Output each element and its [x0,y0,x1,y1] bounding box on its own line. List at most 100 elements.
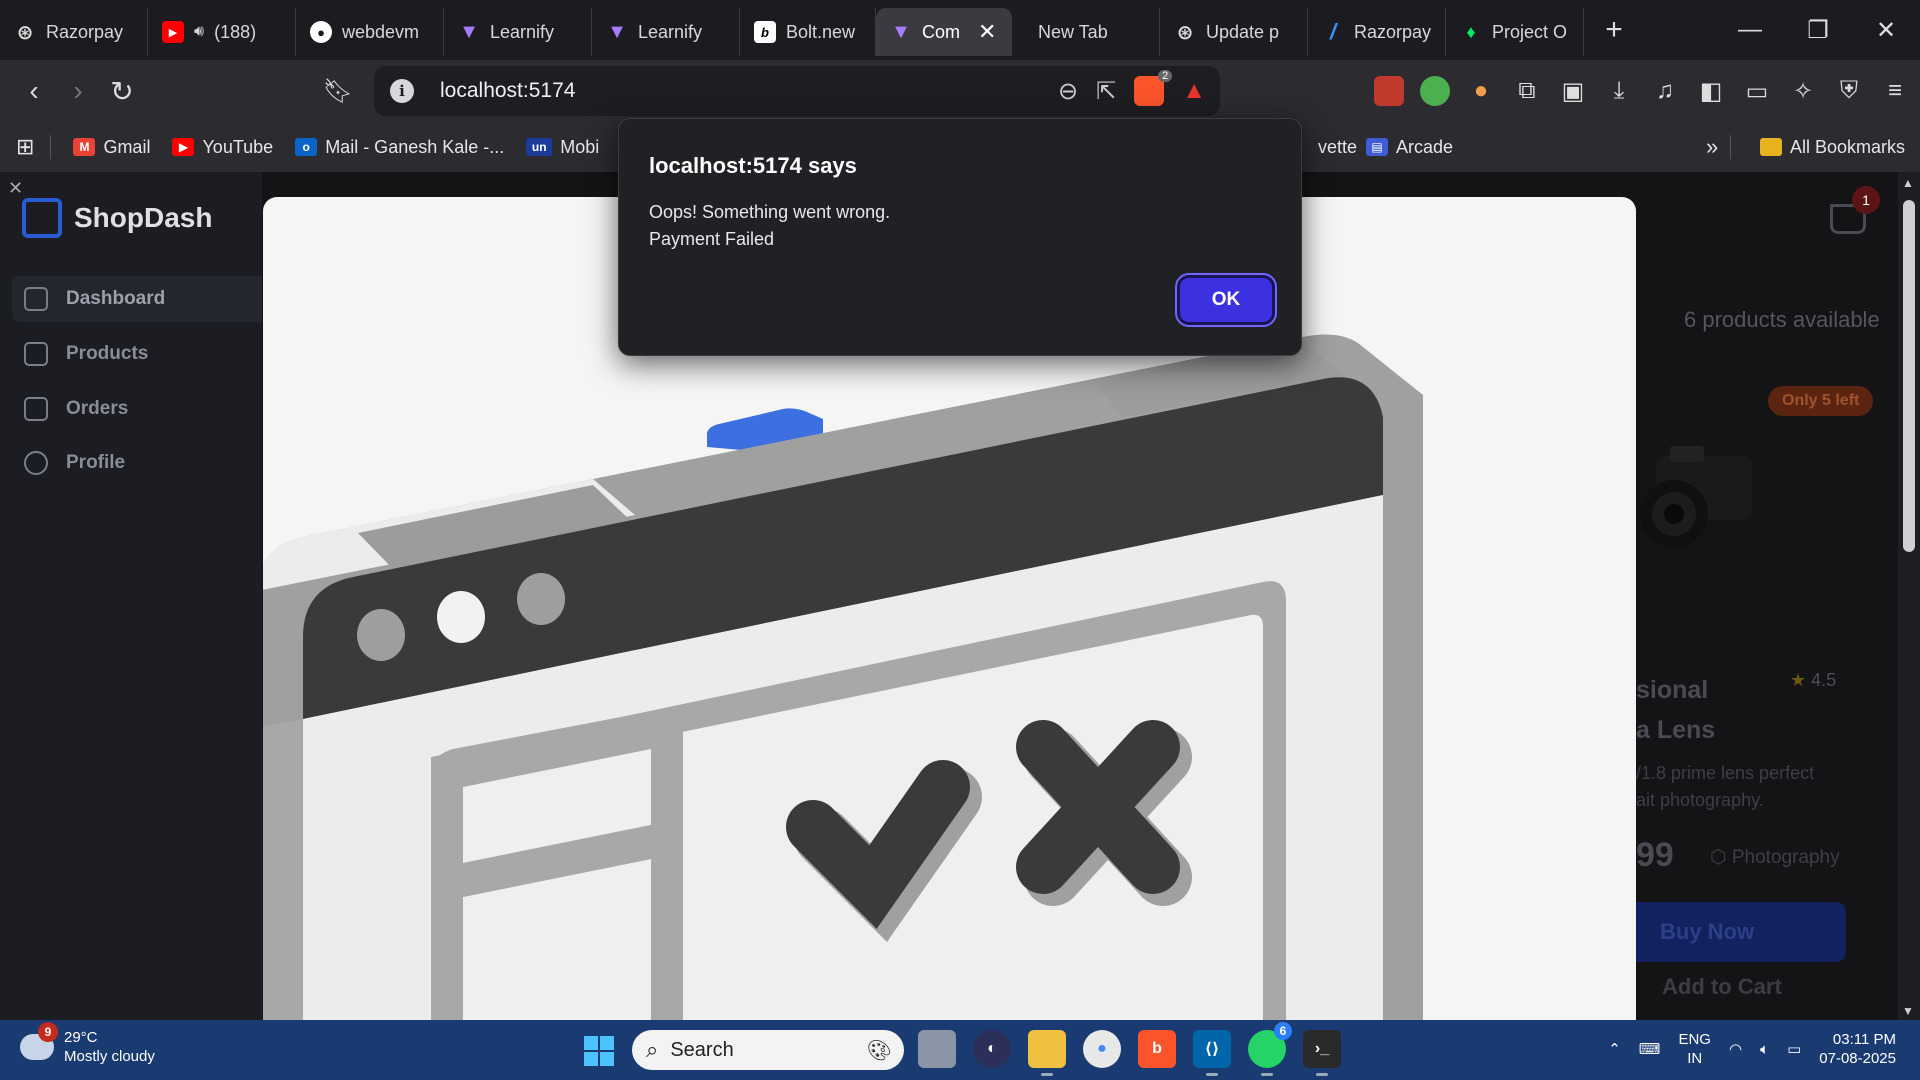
product-category: ⬡ Photography [1710,846,1840,869]
scroll-down-icon[interactable]: ▼ [1902,1004,1914,1018]
chevron-up-icon[interactable]: ⌃ [1608,1040,1621,1058]
language-indicator[interactable]: ENG IN [1678,1030,1711,1068]
vscode-icon[interactable]: ⟨⟩ [1193,1030,1231,1076]
tab-learnify-2[interactable]: ▼ Learnify [592,8,740,56]
bookmark-gmail[interactable]: M Gmail [73,137,150,158]
bookmark-icon[interactable]: 🔖︎ [316,69,360,113]
scroll-thumb[interactable] [1903,200,1915,552]
clock[interactable]: 03:11 PM 07-08-2025 [1819,1030,1896,1068]
tab-razorpay[interactable]: ⊛ Razorpay [0,8,148,56]
browser-toolbar: ‹ › ↻ 🔖︎ i localhost:5174 ⊖ ⇱ 2 ▲ ● ⧉ ▣ … [0,60,1920,122]
apps-icon[interactable]: ⊞ [16,134,34,160]
forward-button[interactable]: › [56,69,100,113]
restore-button[interactable]: ❐ [1784,0,1852,60]
battery-icon[interactable]: ▭ [1787,1040,1801,1058]
tab-update[interactable]: ⊛ Update p [1160,8,1308,56]
sidebar-item-label: Products [66,343,149,364]
add-to-cart-button[interactable]: Add to Cart [1636,974,1782,1000]
speaker-icon[interactable]: 🔊︎ [194,23,204,41]
outlook-icon: o [295,138,318,156]
brand[interactable]: ShopDash [22,198,212,238]
back-button[interactable]: ‹ [12,69,56,113]
tab-active[interactable]: ▼ Com ✕ [876,8,1012,56]
task-view-icon[interactable] [918,1030,956,1068]
reload-button[interactable]: ↻ [100,69,144,113]
scroll-up-icon[interactable]: ▲ [1902,176,1914,190]
folder-icon [1760,138,1782,156]
tag-icon: ⬡ [1710,847,1727,868]
file-explorer-icon[interactable] [1028,1030,1066,1076]
sidebar-icon[interactable]: ◧ [1696,76,1726,106]
all-bookmarks[interactable]: All Bookmarks [1760,137,1905,158]
page-scrollbar[interactable]: ▲ ▼ [1898,172,1920,1020]
close-icon[interactable]: ✕ [978,19,996,45]
brave-shields-icon[interactable]: 2 [1134,70,1173,106]
new-tab-button[interactable]: + [1592,8,1636,52]
eclipse-icon[interactable]: ◐ [973,1030,1011,1068]
sidebar-item-profile[interactable]: Profile [12,440,262,486]
wifi-icon[interactable]: ◠ [1729,1040,1742,1058]
tab-razorpay-2[interactable]: / Razorpay [1308,8,1446,56]
keyboard-icon[interactable]: ⌨ [1639,1040,1661,1058]
sidebar-item-dashboard[interactable]: Dashboard [12,276,262,322]
tab-new-tab[interactable]: New Tab [1012,8,1160,56]
extension-red-icon[interactable] [1374,76,1404,106]
music-icon[interactable]: ♫ [1650,76,1680,106]
extension-orange-icon[interactable]: ● [1466,76,1496,106]
sidebar-item-products[interactable]: Products [12,331,262,377]
cart-count-badge: 1 [1852,186,1880,214]
zoom-icon[interactable]: ⊖ [1058,77,1078,106]
bolt-icon: b [754,21,776,43]
omnibox-actions: ⊖ ⇱ 2 ▲ [1058,66,1206,116]
bookmark-outlook[interactable]: o Mail - Ganesh Kale -... [295,137,504,158]
tab-youtube[interactable]: ▶ 🔊︎ (188) [148,8,296,56]
address-url[interactable]: localhost:5174 [440,79,575,103]
alert-message: Oops! Something went wrong. Payment Fail… [649,202,891,249]
vpn-icon[interactable]: ⛨ [1834,76,1864,106]
bookmark-arcade[interactable]: ▤ Arcade [1366,137,1453,158]
weather-condition: Mostly cloudy [64,1048,155,1065]
bookmark-youtube[interactable]: ▶ YouTube [172,137,273,158]
tab-learnify-1[interactable]: ▼ Learnify [444,8,592,56]
wallet-icon[interactable]: ▭ [1742,76,1772,106]
sidebar-item-orders[interactable]: Orders [12,386,262,432]
address-bar[interactable]: i localhost:5174 ⊖ ⇱ 2 ▲ [374,66,1220,116]
site-info-icon[interactable]: i [390,79,414,103]
description-line: /1.8 prime lens perfect [1636,763,1815,783]
whatsapp-icon[interactable]: 6 [1248,1022,1292,1076]
bookmark-unstop[interactable]: un Mobi [526,137,599,158]
bookmark-label: Arcade [1396,136,1454,157]
extension-green-icon[interactable] [1420,76,1450,106]
puzzle-icon[interactable]: ⧉ [1512,76,1542,106]
bookmark-label: Gmail [103,136,151,157]
chrome-icon[interactable]: ● [1083,1030,1121,1068]
tab-github[interactable]: ● webdevm [296,8,444,56]
weather-widget[interactable]: 9 29°C Mostly cloudy [20,1022,155,1066]
close-window-button[interactable]: ✕ [1852,0,1920,60]
more-bookmarks-icon[interactable]: » [1706,134,1718,160]
reader-icon[interactable]: ▣ [1558,76,1588,106]
taskbar-search[interactable]: ⌕ Search 🎨︎ [632,1030,904,1070]
bookmark-label: YouTube [202,136,274,157]
brave-rewards-icon[interactable]: ▲ [1182,77,1206,105]
share-icon[interactable]: ⇱ [1096,77,1116,106]
leo-icon[interactable]: ✧ [1788,76,1818,106]
windows-start-icon[interactable] [584,1036,614,1066]
bookmark-vette[interactable]: vette [1318,137,1357,158]
download-icon[interactable]: ⤓ [1604,76,1634,106]
terminal-icon[interactable]: ›_ [1303,1030,1341,1076]
github-icon: ● [310,21,332,43]
menu-icon[interactable]: ≡ [1880,76,1910,106]
buy-now-button[interactable]: Buy Now [1636,902,1846,962]
product-rating: ★ 4.5 [1790,670,1836,691]
close-sidebar-icon[interactable]: ✕ [8,178,23,199]
alert-title: localhost:5174 says [649,153,857,178]
minimize-button[interactable]: — [1716,0,1784,60]
volume-icon[interactable]: 🔈︎ [1760,1041,1769,1058]
openai-icon: ⊛ [16,21,34,44]
tab-label: Razorpay [1354,21,1432,42]
ok-button[interactable]: OK [1175,273,1277,327]
tab-bolt[interactable]: b Bolt.new [740,8,876,56]
tab-project[interactable]: ♦ Project O [1446,8,1584,56]
brave-icon[interactable]: b [1138,1030,1176,1068]
